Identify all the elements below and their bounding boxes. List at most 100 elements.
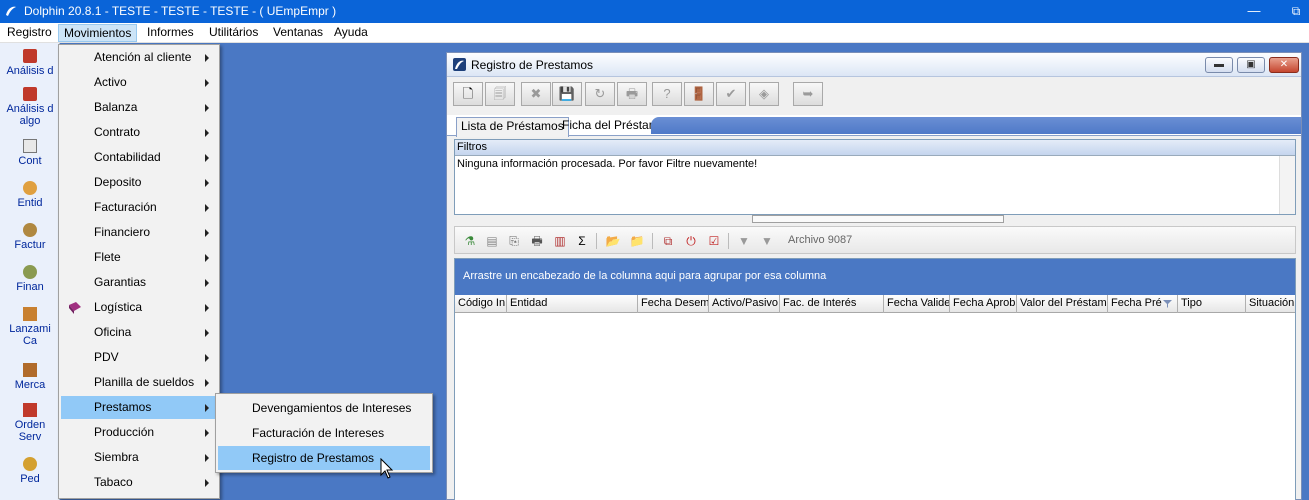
group-by-bar[interactable]: Arrastre un encabezado de la columna aqu… — [455, 259, 1295, 295]
sidebar-item-contrato[interactable]: Cont — [0, 139, 60, 167]
eraser-icon[interactable]: ◈ — [749, 82, 779, 106]
new-icon[interactable]: 🗋 — [453, 82, 483, 106]
menu-item-logistica[interactable]: Logística — [61, 296, 217, 319]
power-icon[interactable]: ⏻ — [683, 233, 699, 249]
menu-item-oficina[interactable]: Oficina — [61, 321, 217, 344]
menu-item-prestamos[interactable]: Prestamos — [61, 396, 217, 419]
menu-item-activo[interactable]: Activo — [61, 71, 217, 94]
folder-icon[interactable]: 📁 — [629, 233, 645, 249]
filters-scrollbar[interactable] — [1279, 156, 1295, 214]
confirm-check-icon[interactable]: ✔ — [716, 82, 746, 106]
submenu-arrow-icon — [205, 329, 209, 337]
submenu-arrow-icon — [205, 154, 209, 162]
menu-movimientos[interactable]: Movimientos — [58, 24, 138, 42]
help-icon[interactable]: ? — [652, 82, 682, 106]
grid-header: Código In Entidad Fecha Desem Activo/Pas… — [455, 295, 1295, 313]
column-valor-prestamo[interactable]: Valor del Préstamo — [1017, 295, 1108, 313]
invoice-icon — [23, 223, 37, 237]
submenu-item-registro-prestamos[interactable]: Registro de Prestamos — [218, 446, 430, 470]
menu-item-facturacion[interactable]: Facturación — [61, 196, 217, 219]
maximize-button[interactable]: ▣ — [1237, 57, 1265, 73]
menu-item-garantias[interactable]: Garantias — [61, 271, 217, 294]
tab-lista-prestamos[interactable]: Lista de Préstamos — [456, 117, 569, 137]
menu-item-balanza[interactable]: Balanza — [61, 96, 217, 119]
menu-item-contrato[interactable]: Contrato — [61, 121, 217, 144]
print-icon[interactable]: 🖶 — [617, 82, 647, 106]
menu-item-flete[interactable]: Flete — [61, 246, 217, 269]
filter-icon[interactable]: ⚗ — [462, 233, 478, 249]
submenu-item-facturacion-intereses[interactable]: Facturación de Intereses — [218, 421, 430, 445]
sidebar-item-factura[interactable]: Factur — [0, 223, 60, 251]
menu-item-contabilidad[interactable]: Contabilidad — [61, 146, 217, 169]
double-arrow-down-icon[interactable]: ▼ — [759, 233, 775, 249]
menu-item-financiero[interactable]: Financiero — [61, 221, 217, 244]
column-situacion[interactable]: Situación — [1246, 295, 1295, 313]
tab-strip: Lista de Préstamos Ficha del Préstamo — [447, 115, 1301, 137]
restore-window-icon[interactable]: ⧉ — [1274, 1, 1309, 23]
columns-icon[interactable]: ▥ — [552, 233, 568, 249]
sidebar-item-analisis-algo[interactable]: Análisis d algo — [0, 87, 60, 127]
column-fecha-desembolso[interactable]: Fecha Desem — [638, 295, 709, 313]
menu-registro[interactable]: Registro — [2, 24, 57, 42]
submenu-item-devengamientos[interactable]: Devengamientos de Intereses — [218, 396, 430, 420]
submenu-arrow-icon — [205, 479, 209, 487]
contract-icon — [23, 139, 37, 153]
submenu-arrow-icon — [205, 304, 209, 312]
close-button[interactable]: ✕ — [1269, 57, 1299, 73]
truck-icon — [23, 307, 37, 321]
sidebar-item-mercaderia[interactable]: Merca — [0, 363, 60, 391]
sidebar-item-entidad[interactable]: Entid — [0, 181, 60, 209]
panel-splitter[interactable] — [752, 215, 1004, 223]
exit-door-icon[interactable]: 🚪 — [684, 82, 714, 106]
dolphin-window-icon — [453, 58, 466, 71]
submenu-arrow-icon — [205, 454, 209, 462]
column-fecha-aprobacion[interactable]: Fecha Aprob — [950, 295, 1017, 313]
sidebar-item-pedido[interactable]: Ped — [0, 457, 60, 485]
column-tipo[interactable]: Tipo — [1178, 295, 1246, 313]
arrow-down-icon[interactable]: ▼ — [736, 233, 752, 249]
submenu-arrow-icon — [205, 129, 209, 137]
open-folder-icon[interactable]: 📂 — [605, 233, 621, 249]
column-filter-icon[interactable] — [1163, 300, 1172, 308]
column-codigo[interactable]: Código In — [455, 295, 507, 313]
restore-button[interactable]: — — [1232, 1, 1276, 23]
menu-item-atencion-cliente[interactable]: Atención al cliente — [61, 46, 217, 69]
menu-item-planilla-sueldos[interactable]: Planilla de sueldos — [61, 371, 217, 394]
movimientos-dropdown: Atención al cliente Activo Balanza Contr… — [58, 44, 220, 499]
submenu-arrow-icon — [205, 254, 209, 262]
duplicate-icon[interactable]: ⧉ — [660, 233, 676, 249]
menu-item-pdv[interactable]: PDV — [61, 346, 217, 369]
grid-export-icon[interactable]: ⎘ — [506, 233, 522, 249]
sidebar-item-financiero[interactable]: Finan — [0, 265, 60, 293]
menu-ayuda[interactable]: Ayuda — [329, 24, 373, 42]
window-titlebar: Registro de Prestamos ▬ ▣ ✕ — [447, 53, 1301, 77]
copy-record-icon[interactable]: 🗐 — [485, 82, 515, 106]
menu-informes[interactable]: Informes — [142, 24, 199, 42]
menu-ventanas[interactable]: Ventanas — [268, 24, 328, 42]
sidebar-item-lanzamiento[interactable]: Lanzami Ca — [0, 307, 60, 347]
refresh-icon[interactable]: ↻ — [585, 82, 615, 106]
menu-item-siembra[interactable]: Siembra — [61, 446, 217, 469]
column-fecha-validez[interactable]: Fecha Valide — [884, 295, 950, 313]
sum-icon[interactable]: Σ — [574, 233, 590, 249]
submenu-arrow-icon — [205, 54, 209, 62]
menu-item-produccion[interactable]: Producción — [61, 421, 217, 444]
sidebar-item-analisis[interactable]: Análisis d — [0, 49, 60, 77]
delete-icon[interactable]: ✖ — [521, 82, 551, 106]
grid-print-icon[interactable]: 🖶 — [529, 233, 545, 249]
menu-utilitarios[interactable]: Utilitários — [204, 24, 263, 42]
minimize-button[interactable]: ▬ — [1205, 57, 1233, 73]
export-icon[interactable]: ➥ — [793, 82, 823, 106]
grid-copy-icon[interactable]: ▤ — [484, 233, 500, 249]
column-fac-interes[interactable]: Fac. de Interés — [780, 295, 884, 313]
column-activo-pasivo[interactable]: Activo/Pasivo — [709, 295, 780, 313]
menu-item-tabaco[interactable]: Tabaco — [61, 471, 217, 494]
toolbar-separator — [728, 233, 729, 249]
toolbar-separator — [652, 233, 653, 249]
toolbar-separator — [596, 233, 597, 249]
checklist-icon[interactable]: ☑ — [706, 233, 722, 249]
menu-item-deposito[interactable]: Deposito — [61, 171, 217, 194]
sidebar-item-orden-servicio[interactable]: Orden Serv — [0, 403, 60, 443]
save-icon[interactable]: 💾 — [552, 82, 582, 106]
column-entidad[interactable]: Entidad — [507, 295, 638, 313]
